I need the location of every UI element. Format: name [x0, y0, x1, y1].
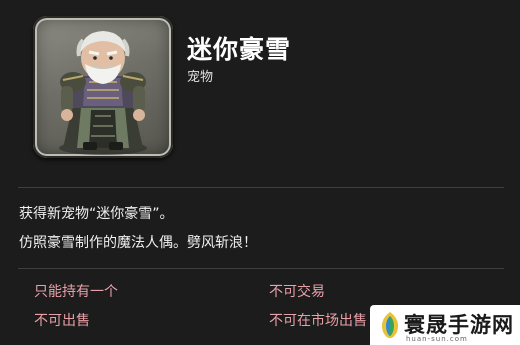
leaf-logo-icon: [381, 312, 399, 339]
attribute-unique: 只能持有一个: [34, 284, 118, 300]
item-category: 宠物: [187, 70, 214, 85]
attribute-unsellable: 不可出售: [34, 313, 90, 329]
description-line-2: 仿照豪雪制作的魔法人偶。劈风斩浪！: [19, 235, 257, 251]
divider-bottom: [18, 268, 504, 269]
description-line-1: 获得新宠物“迷你豪雪”。: [19, 206, 174, 222]
item-tooltip: 迷你豪雪 宠物 获得新宠物“迷你豪雪”。 仿照豪雪制作的魔法人偶。劈风斩浪！ 只…: [0, 0, 520, 345]
minion-portrait-icon: [33, 16, 173, 158]
divider-top: [18, 187, 504, 188]
gosetsu-figure-icon: [59, 31, 147, 155]
attribute-no-market: 不可在市场出售: [269, 313, 367, 329]
watermark-url: huan-sun.com: [406, 335, 468, 343]
attribute-untradable: 不可交易: [269, 284, 325, 300]
item-name: 迷你豪雪: [187, 35, 292, 64]
site-watermark: 寰晟手游网 huan-sun.com: [370, 305, 520, 345]
